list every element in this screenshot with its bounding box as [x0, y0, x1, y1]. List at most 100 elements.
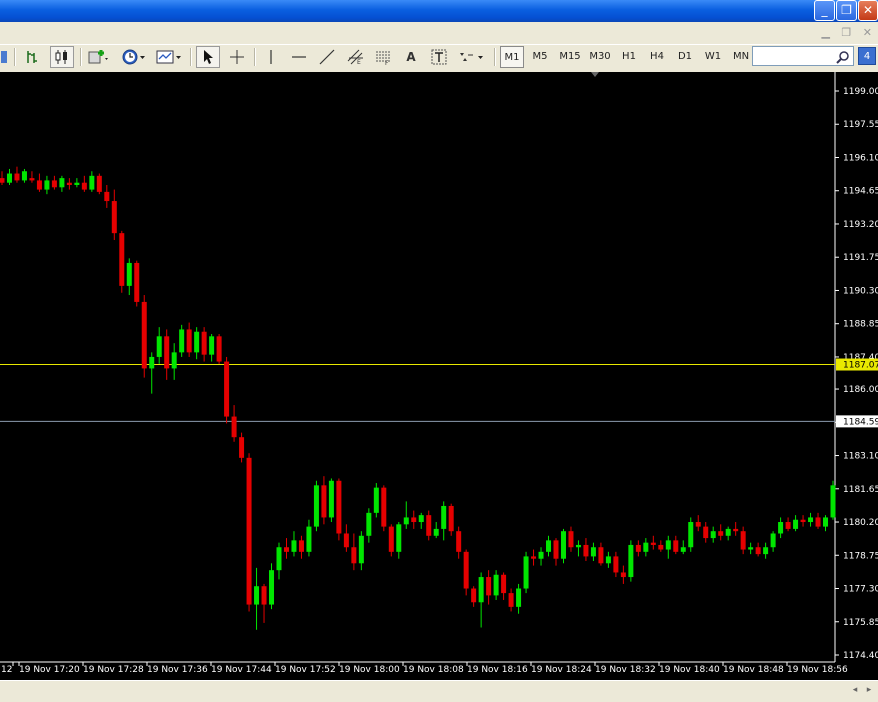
minimize-button[interactable]: _ [814, 0, 835, 21]
candle-body [815, 517, 821, 527]
candle-body [568, 531, 574, 548]
candle-body [695, 522, 701, 527]
candle-body [463, 551, 469, 589]
search-icon[interactable] [834, 47, 852, 69]
price-tick-label: 1188.85 [843, 320, 878, 330]
timeframe-m1[interactable]: M1 [500, 46, 524, 68]
time-tick-label: 19 Nov 18:00 [339, 665, 400, 675]
crosshair-icon[interactable] [226, 46, 248, 68]
candle-body [673, 540, 679, 552]
cursor-arrow-icon[interactable] [196, 46, 220, 68]
fibonacci-icon[interactable]: F [372, 46, 394, 68]
doc-close-icon[interactable]: ✕ [863, 26, 872, 39]
restore-button[interactable]: ❐ [836, 0, 857, 21]
current-price-label: 1187.07 [843, 361, 878, 371]
svg-text:E: E [357, 59, 361, 65]
time-tick-label: 19 Nov 17:44 [211, 665, 272, 675]
candle-body [321, 485, 327, 518]
candle-body [216, 336, 222, 362]
candle-body [590, 547, 596, 557]
bar-chart-icon[interactable] [22, 46, 44, 68]
candle-body [665, 540, 671, 550]
candle-body [448, 505, 454, 532]
candle-body [194, 331, 200, 353]
price-tick-label: 1183.10 [843, 452, 878, 462]
timeframe-h1[interactable]: H1 [616, 46, 642, 68]
scroll-right-icon[interactable]: ▸ [862, 683, 876, 697]
price-chart[interactable]: 1199.00 1197.55 1196.10 1194.65 1193.20 1191.… [0, 72, 878, 680]
candle-body [493, 574, 499, 596]
candle-body [111, 201, 117, 234]
candle-body [396, 524, 402, 552]
candle-body [358, 535, 364, 564]
doc-restore-icon[interactable]: ❐ [841, 26, 851, 39]
text-label-icon[interactable] [428, 46, 450, 68]
time-tick-label: 19 Nov 17:36 [147, 665, 208, 675]
new-chart-icon[interactable] [86, 46, 112, 68]
price-tick-label: 1197.55 [843, 120, 878, 130]
price-tick-label: 1196.10 [843, 153, 878, 163]
timeframe-mn[interactable]: MN [728, 46, 754, 68]
vertical-line-icon[interactable] [260, 46, 282, 68]
chart-area[interactable]: 1199.00 1197.55 1196.10 1194.65 1193.20 1191.… [0, 72, 878, 680]
time-tick-label: 19 Nov 18:40 [659, 665, 720, 675]
candle-body [823, 517, 829, 527]
candle-body [456, 531, 462, 552]
arrows-icon[interactable] [456, 46, 486, 68]
candle-body [643, 542, 649, 552]
candle-body [283, 547, 289, 552]
equidistant-channel-icon[interactable]: E [344, 46, 368, 68]
timeframe-m5[interactable]: M5 [526, 46, 554, 68]
candle-body [254, 586, 260, 605]
candle-body [830, 485, 836, 518]
candle-body [179, 329, 185, 353]
candle-body [59, 178, 65, 188]
chart-shift-marker [591, 72, 599, 77]
candle-body [149, 356, 155, 369]
candle-body [89, 175, 95, 190]
text-tool-icon[interactable]: A [400, 46, 422, 68]
candle-body [531, 556, 537, 559]
timeframe-h4[interactable]: H4 [644, 46, 670, 68]
tabs-count-badge[interactable]: 4 [858, 47, 876, 65]
doc-minimize-icon[interactable]: ▁ [821, 26, 829, 39]
candle-body [119, 233, 125, 286]
candle-body [366, 512, 372, 536]
candle-body [298, 540, 304, 552]
price-tick-label: 1191.75 [843, 253, 878, 263]
candle-body [725, 528, 731, 536]
time-tick-label: 19 Nov 18:08 [403, 665, 464, 675]
horizontal-line-icon[interactable] [288, 46, 310, 68]
candle-body [441, 505, 447, 529]
timeframe-d1[interactable]: D1 [672, 46, 698, 68]
candle-body [14, 173, 20, 181]
price-tick-label: 1181.65 [843, 485, 878, 495]
templates-icon[interactable] [154, 46, 184, 68]
candle-body [104, 191, 110, 202]
candle-body [388, 526, 394, 552]
candle-body [538, 551, 544, 559]
trendline-icon[interactable] [316, 46, 338, 68]
candle-body [381, 487, 387, 527]
candle-body [501, 574, 507, 594]
svg-text:F: F [385, 60, 389, 65]
candle-body [291, 540, 297, 552]
candle-body [523, 556, 529, 589]
scroll-left-icon[interactable]: ◂ [848, 683, 862, 697]
candle-body [486, 577, 492, 596]
candle-body [171, 352, 177, 369]
periods-clock-icon[interactable] [120, 46, 148, 68]
candle-body [343, 533, 349, 548]
price-tick-label: 1180.20 [843, 518, 878, 528]
timeframe-m30[interactable]: M30 [586, 46, 614, 68]
candle-body [800, 519, 806, 523]
timeframe-w1[interactable]: W1 [700, 46, 726, 68]
timeframe-m15[interactable]: M15 [556, 46, 584, 68]
candlestick-chart-icon[interactable] [50, 46, 74, 68]
price-tick-label: 1190.30 [843, 286, 878, 296]
candle-body [336, 480, 342, 534]
candle-body [718, 531, 724, 536]
close-button[interactable]: ✕ [858, 0, 878, 21]
time-tick-label: 19 Nov 18:48 [723, 665, 784, 675]
candle-body [186, 329, 192, 353]
